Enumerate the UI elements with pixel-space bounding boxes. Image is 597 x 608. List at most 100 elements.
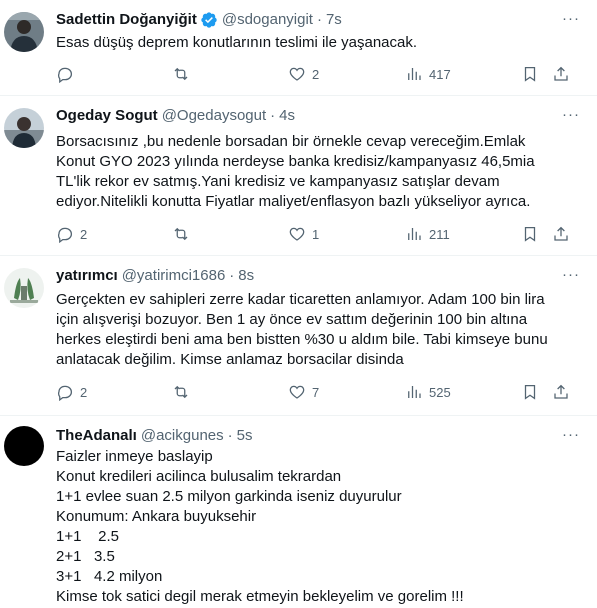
timestamp[interactable]: 8s (238, 266, 254, 286)
retweet-button[interactable] (172, 224, 196, 244)
share-button[interactable] (552, 64, 570, 84)
share-button[interactable] (552, 224, 570, 244)
author-name[interactable]: Sadettin Doğanyiğit (56, 10, 197, 30)
views-icon (408, 228, 421, 240)
retweet-button[interactable] (172, 64, 196, 84)
reply-button[interactable]: 2 (56, 382, 87, 402)
tweet[interactable]: Sadettin Doğanyiğit @sdoganyigit · 7s Es… (0, 0, 597, 96)
action-bar: 2 1 211 (56, 224, 575, 244)
like-count: 1 (312, 226, 320, 242)
author-handle[interactable]: @Ogedaysogut (162, 106, 266, 126)
views-count: 525 (429, 384, 451, 400)
tweet-text-line: 1+1 evlee suan 2.5 milyon garkinda iseni… (56, 488, 402, 505)
timestamp[interactable]: 7s (326, 10, 342, 30)
avatar[interactable] (4, 426, 44, 466)
retweet-button[interactable] (172, 382, 196, 402)
tweet[interactable]: yatırımcı @yatirimci1686 · 8s Gerçekten … (0, 256, 597, 416)
share-icon (554, 226, 568, 241)
separator-dot: · (227, 427, 233, 444)
tweet-header: TheAdanalı @acikgunes · 5s (56, 426, 575, 446)
like-count: 7 (312, 384, 320, 400)
tweet-header: Ogeday Sogut @Ogedaysogut · 4s (56, 106, 575, 126)
action-bar: 2 7 525 (56, 382, 575, 402)
reply-count: 2 (80, 384, 88, 400)
author-handle[interactable]: @sdoganyigit (222, 10, 313, 30)
bookmark-icon (524, 66, 536, 82)
tweet-text-line: herkes eleştirdi beni ama ben bistten %3… (56, 331, 548, 348)
bookmark-button[interactable] (521, 64, 539, 84)
tweet-text-line: Borsacısınız ,bu nedenle borsadan bir ör… (56, 133, 526, 150)
more-icon[interactable]: ··· (561, 267, 581, 288)
author-handle[interactable]: @yatirimci1686 (122, 266, 226, 286)
tweet-text: Esas düşüş deprem konutlarının teslimi i… (56, 33, 575, 53)
reply-icon (58, 67, 73, 83)
tweet-text-line: 3+1 4.2 milyon (56, 568, 163, 585)
tweet-text-line: ediyor.Nitelikli konutta Fiyatlar maliye… (56, 193, 531, 210)
avatar[interactable] (4, 12, 44, 52)
avatar[interactable] (4, 108, 44, 148)
views-icon (408, 68, 421, 80)
tweet-text-line: Esas düşüş deprem konutlarının teslimi i… (56, 34, 418, 51)
like-button[interactable]: 7 (288, 382, 319, 402)
tweet-text-line: Konumum: Ankara buyuksehir (56, 508, 257, 525)
author-name[interactable]: Ogeday Sogut (56, 106, 158, 126)
reply-button[interactable]: 2 (56, 224, 87, 244)
more-icon[interactable]: ··· (561, 11, 581, 32)
like-icon (289, 67, 305, 81)
timestamp[interactable]: 4s (279, 106, 295, 126)
tweet[interactable]: Ogeday Sogut @Ogedaysogut · 4s Borsacısı… (0, 96, 597, 256)
timeline: Sadettin Doğanyiğit @sdoganyigit · 7s Es… (0, 0, 597, 608)
separator-dot: · (270, 107, 276, 124)
retweet-icon (174, 227, 188, 241)
like-icon (289, 227, 305, 241)
views-button[interactable]: 525 (405, 382, 451, 402)
timestamp[interactable]: 5s (237, 426, 253, 446)
more-icon[interactable]: ··· (561, 427, 581, 448)
tweet-text: Borsacısınız ,bu nedenle borsadan bir ör… (56, 132, 575, 212)
share-icon (554, 384, 568, 399)
author-handle[interactable]: @acikgunes (141, 426, 224, 446)
tweet-text-line: Konut GYO 2023 yılında nerdeyse banka kr… (56, 153, 535, 170)
bookmark-icon (524, 384, 536, 400)
retweet-icon (174, 385, 188, 399)
tweet-text-line: anlatacak değilim. Kimse anlamaz borsaci… (56, 351, 404, 368)
tweet[interactable]: TheAdanalı @acikgunes · 5s Faizler inmey… (0, 416, 597, 608)
tweet-text-line: Gerçekten ev sahipleri zerre kadar ticar… (56, 291, 545, 308)
share-button[interactable] (552, 382, 570, 402)
bookmark-button[interactable] (521, 224, 539, 244)
like-count: 2 (312, 66, 320, 82)
bookmark-icon (524, 226, 536, 242)
views-button[interactable]: 211 (405, 224, 450, 244)
reply-icon (58, 385, 73, 401)
share-icon (554, 66, 568, 81)
reply-icon (58, 227, 73, 243)
separator-dot: · (316, 11, 322, 28)
tweet-text-line: 1+1 2.5 (56, 528, 119, 545)
like-button[interactable]: 1 (288, 224, 319, 244)
avatar[interactable] (4, 268, 44, 308)
author-name[interactable]: TheAdanalı (56, 426, 137, 446)
more-icon[interactable]: ··· (561, 107, 581, 128)
tweet-text-line: 2+1 3.5 (56, 548, 115, 565)
verified-badge-icon (200, 11, 218, 29)
views-count: 211 (429, 226, 450, 242)
tweet-text: Gerçekten ev sahipleri zerre kadar ticar… (56, 290, 575, 370)
tweet-text-line: Konut kredileri acilinca bulusalim tekra… (56, 468, 342, 485)
tweet-header: yatırımcı @yatirimci1686 · 8s (56, 266, 575, 286)
views-icon (408, 386, 421, 398)
separator-dot: · (229, 267, 235, 284)
reply-count: 2 (80, 226, 88, 242)
reply-button[interactable] (56, 64, 80, 84)
views-count: 417 (429, 66, 451, 82)
tweet-header: Sadettin Doğanyiğit @sdoganyigit · 7s (56, 10, 575, 30)
like-button[interactable]: 2 (288, 64, 319, 84)
tweet-text-line: için alışverişi bozuyor. Ben 1 ay önce e… (56, 311, 528, 328)
retweet-icon (174, 67, 188, 81)
action-bar: 2 417 (56, 64, 575, 84)
tweet-text: Faizler inmeye baslayip Konut kredileri … (56, 447, 575, 607)
tweet-text-line: TL'lik rekor ev satmış.Yani kredisiz ve … (56, 173, 500, 190)
views-button[interactable]: 417 (405, 64, 451, 84)
like-icon (289, 385, 305, 399)
bookmark-button[interactable] (521, 382, 539, 402)
author-name[interactable]: yatırımcı (56, 266, 118, 286)
